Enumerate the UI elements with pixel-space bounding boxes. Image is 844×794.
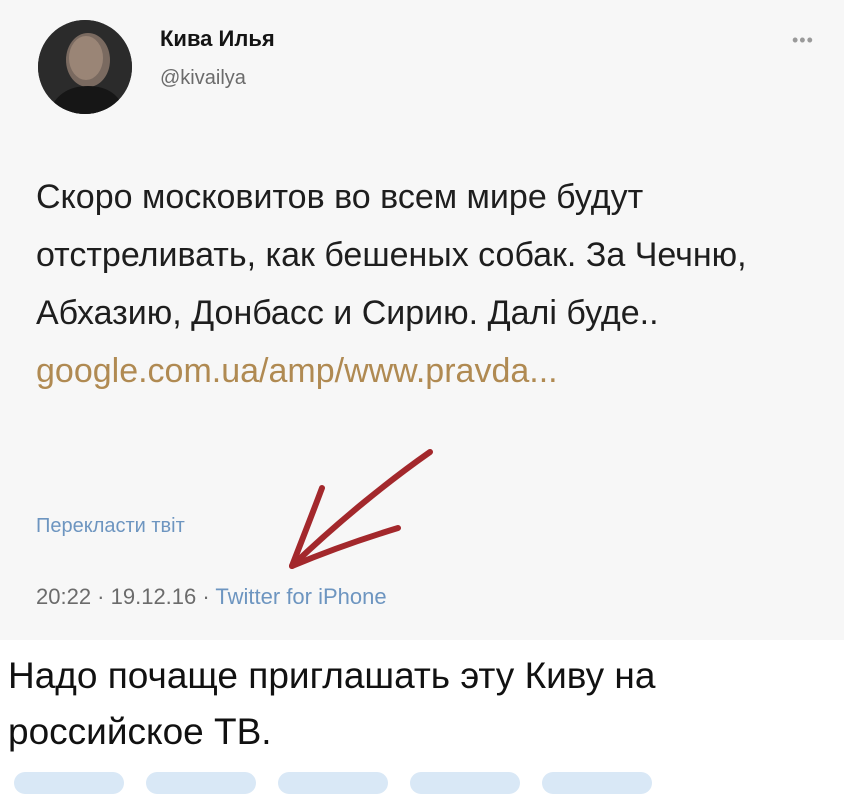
- avatar-photo-icon: [38, 20, 132, 114]
- tweet-link[interactable]: google.com.ua/amp/www.pravda...: [36, 352, 558, 390]
- red-arrow-annotation: [289, 449, 433, 569]
- reaction-pill[interactable]: [278, 772, 388, 794]
- tweet-text: Скоро московитов во всем мире будут отст…: [36, 168, 826, 400]
- tweet-body: Скоро московитов во всем мире будут отст…: [36, 178, 747, 332]
- tweet-meta: 20:22 · 19.12.16 · Twitter for iPhone: [36, 584, 387, 610]
- tweet-card: Кива Илья @kivailya ••• Скоро московитов…: [0, 0, 844, 640]
- reaction-pill[interactable]: [410, 772, 520, 794]
- tweet-source[interactable]: Twitter for iPhone: [215, 584, 386, 609]
- meta-separator: ·: [91, 584, 111, 609]
- caption-text: Надо почаще приглашать эту Киву на росси…: [8, 655, 656, 752]
- reaction-bar: [0, 768, 844, 794]
- avatar[interactable]: [38, 20, 132, 114]
- meta-separator: ·: [196, 584, 216, 609]
- reaction-pill[interactable]: [542, 772, 652, 794]
- tweet-date: 19.12.16: [110, 584, 197, 609]
- reaction-pill[interactable]: [146, 772, 256, 794]
- translate-tweet-link[interactable]: Перекласти твiт: [36, 515, 185, 538]
- reaction-pill[interactable]: [14, 772, 124, 794]
- author-handle[interactable]: @kivailya: [160, 67, 246, 90]
- author-name[interactable]: Кива Илья: [160, 26, 275, 52]
- more-dots-icon[interactable]: •••: [792, 30, 814, 51]
- tweet-time: 20:22: [36, 584, 92, 609]
